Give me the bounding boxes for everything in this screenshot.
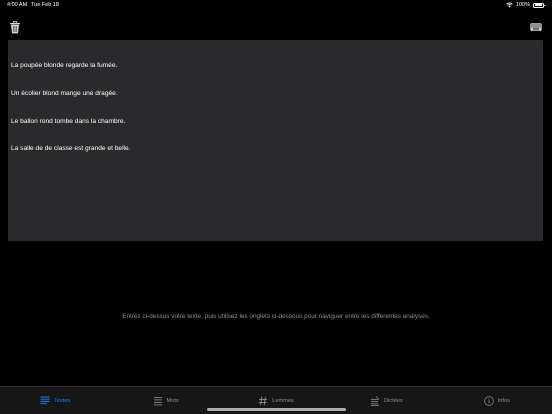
keyboard-dismiss-icon[interactable] <box>530 23 542 31</box>
info-icon <box>483 396 494 406</box>
text-line: Le ballon rond tombe dans la chambre. <box>11 117 126 125</box>
dictation-icon <box>371 396 380 406</box>
text-line: La salle de de classe est grande et bell… <box>11 145 131 153</box>
tab-label: Infos <box>497 398 510 404</box>
status-date: Tue Feb 18 <box>31 2 59 8</box>
instruction-text: Entrez ci-dessus votre texte, puis utili… <box>122 313 430 320</box>
text-editor[interactable]: La poupée blonde regarde la fumée. Un éc… <box>8 40 543 241</box>
status-indicators: 100% <box>506 2 545 8</box>
text-line: La poupée blonde regarde la fumée. <box>11 62 118 70</box>
trash-icon[interactable] <box>9 21 21 34</box>
battery-percent: 100% <box>515 2 530 8</box>
status-time: 4:00 AM <box>7 2 28 8</box>
hash-icon <box>259 396 268 406</box>
tab-mots[interactable]: Mots <box>110 387 220 414</box>
app-screen: 4:00 AM Tue Feb 18 100% La poupée blonde… <box>0 0 552 414</box>
battery-icon <box>533 2 545 8</box>
text-line: Un écolier blond mange une dragée. <box>11 90 118 98</box>
wifi-icon <box>506 2 513 8</box>
tab-dictees[interactable]: Dictées <box>331 387 441 414</box>
tab-label: Textes <box>54 398 71 404</box>
tab-infos[interactable]: Infos <box>442 387 552 414</box>
text-lines-icon <box>40 396 50 405</box>
status-bar: 4:00 AM Tue Feb 18 100% <box>0 0 552 10</box>
list-icon <box>153 397 162 406</box>
tab-label: Dictées <box>384 398 403 404</box>
tab-label: Lemmes <box>272 398 294 404</box>
home-indicator[interactable] <box>207 408 346 411</box>
tab-textes[interactable]: Textes <box>0 387 110 414</box>
tab-label: Mots <box>166 398 179 404</box>
